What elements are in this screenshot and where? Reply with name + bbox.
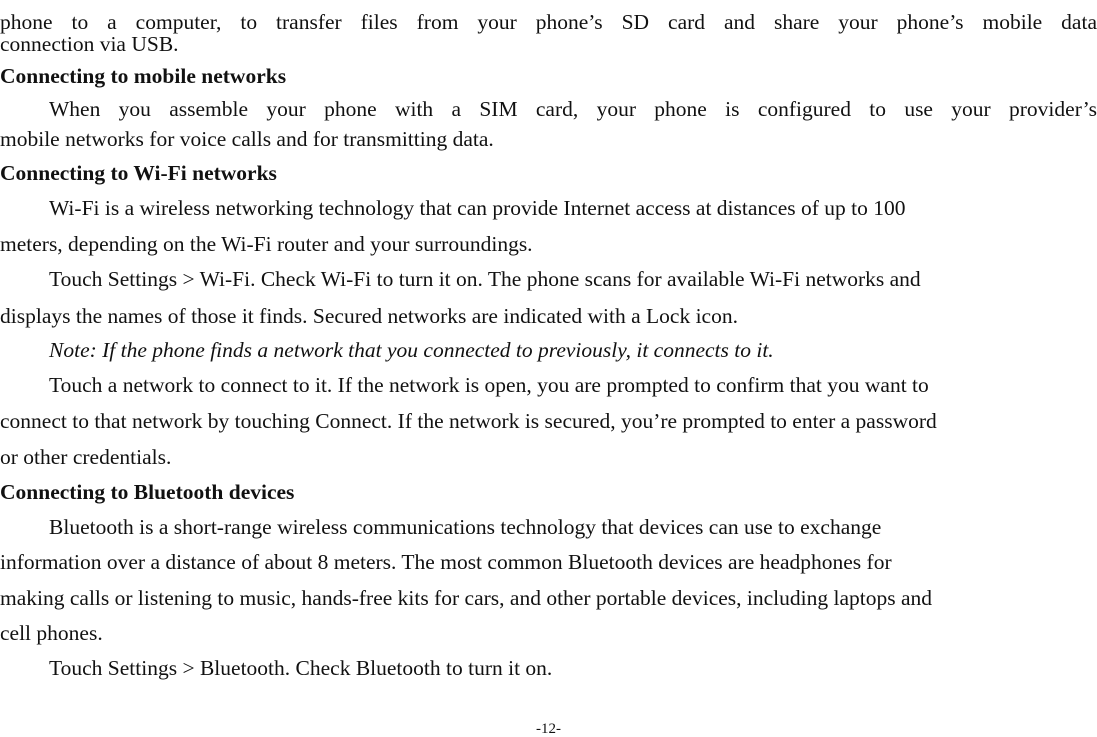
note-line: Note: If the phone finds a network that … [49, 338, 774, 362]
paragraph-line: displays the names of those it finds. Se… [0, 304, 738, 328]
paragraph-line: mobile networks for voice calls and for … [0, 127, 494, 151]
section-heading-bluetooth-devices: Connecting to Bluetooth devices [0, 480, 295, 504]
paragraph-line: When you assemble your phone with a SIM … [49, 97, 1097, 121]
paragraph-line: making calls or listening to music, hand… [0, 586, 933, 610]
paragraph-line: connection via USB. [0, 32, 179, 56]
paragraph-line: meters, depending on the Wi-Fi router an… [0, 232, 533, 256]
section-heading-wifi-networks: Connecting to Wi-Fi networks [0, 161, 277, 185]
paragraph-line: Touch a network to connect to it. If the… [49, 373, 929, 397]
paragraph-line: information over a distance of about 8 m… [0, 550, 892, 574]
paragraph-line: Wi-Fi is a wireless networking technolog… [49, 196, 906, 220]
section-heading-mobile-networks: Connecting to mobile networks [0, 64, 287, 88]
paragraph-line: Touch Settings > Wi-Fi. Check Wi-Fi to t… [49, 267, 921, 291]
paragraph-line: cell phones. [0, 621, 103, 645]
paragraph-line: or other credentials. [0, 445, 172, 469]
paragraph-line: phone to a computer, to transfer files f… [0, 10, 1097, 34]
paragraph-line: connect to that network by touching Conn… [0, 409, 937, 433]
page-number: -12- [536, 721, 561, 737]
paragraph-line: Bluetooth is a short-range wireless comm… [49, 515, 882, 539]
paragraph-line: Touch Settings > Bluetooth. Check Blueto… [49, 656, 553, 680]
